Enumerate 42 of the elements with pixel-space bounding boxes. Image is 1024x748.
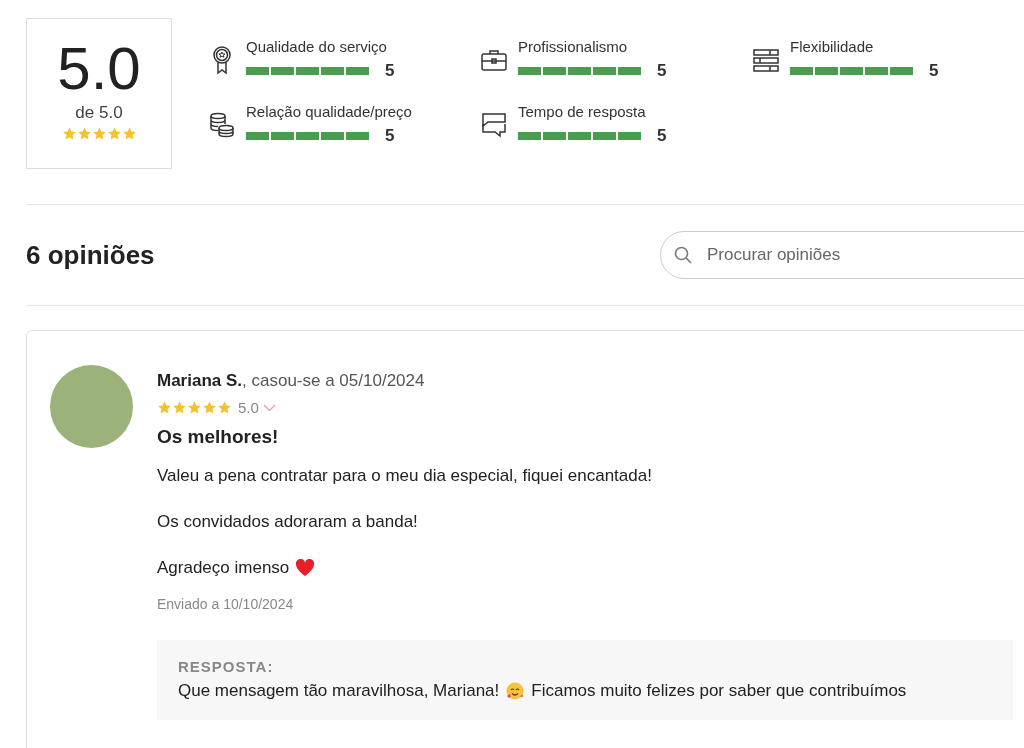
stacked-bars-icon [752, 47, 780, 72]
review-title: Os melhores! [157, 426, 280, 448]
overall-score: 5.0 [57, 37, 141, 101]
review-text: Os convidados adoraram a banda! [157, 512, 418, 532]
score-scale: de 5.0 [75, 103, 123, 123]
search-icon [674, 246, 692, 264]
category-score: 5 [929, 61, 939, 81]
coins-icon [208, 111, 236, 138]
reply-label: RESPOSTA: [178, 658, 275, 675]
chat-bubbles-icon [480, 111, 508, 138]
smiley-icon [505, 681, 526, 701]
review-text: Valeu a pena contratar para o meu dia especial, fiquei encantada! [157, 466, 652, 486]
category-label: Flexibilidade [790, 38, 875, 55]
category-label: Profissionalismo [518, 38, 629, 55]
star-icon [91, 126, 107, 141]
category-score: 5 [385, 126, 395, 146]
category-score: 5 [657, 61, 667, 81]
reply-text: Que mensagem tão maravilhosa, Mariana! [178, 681, 500, 701]
sent-date: Enviado a 10/10/2024 [157, 596, 295, 612]
briefcase-icon [480, 47, 508, 72]
star-icon [76, 126, 92, 141]
reply-text: Ficamos muito felizes por saber que contribuímos [531, 681, 907, 701]
rating-value: 5.0 [238, 399, 259, 416]
star-icon [121, 126, 137, 141]
search-field[interactable]: Procurar opiniões [660, 231, 1024, 279]
category-label: Qualidade do serviço [246, 38, 388, 55]
review-text: Agradeço imenso [157, 558, 290, 578]
star-icon [157, 400, 172, 415]
category-score: 5 [657, 126, 667, 146]
category-label: Tempo de resposta [518, 103, 647, 120]
category-label: Relação qualidade/preço [246, 103, 412, 120]
star-icon [187, 400, 202, 415]
star-icon [217, 400, 232, 415]
reviewer-line: Mariana S., casou-se a 05/10/2024 [157, 371, 426, 391]
reviews-heading: 6 opiniões [26, 239, 155, 271]
star-icon [61, 126, 77, 141]
star-icon [202, 400, 217, 415]
category-score: 5 [385, 61, 395, 81]
star-icon [106, 126, 122, 141]
chevron-down-icon[interactable] [262, 403, 276, 412]
star-icon [172, 400, 187, 415]
heart-icon [295, 559, 316, 577]
